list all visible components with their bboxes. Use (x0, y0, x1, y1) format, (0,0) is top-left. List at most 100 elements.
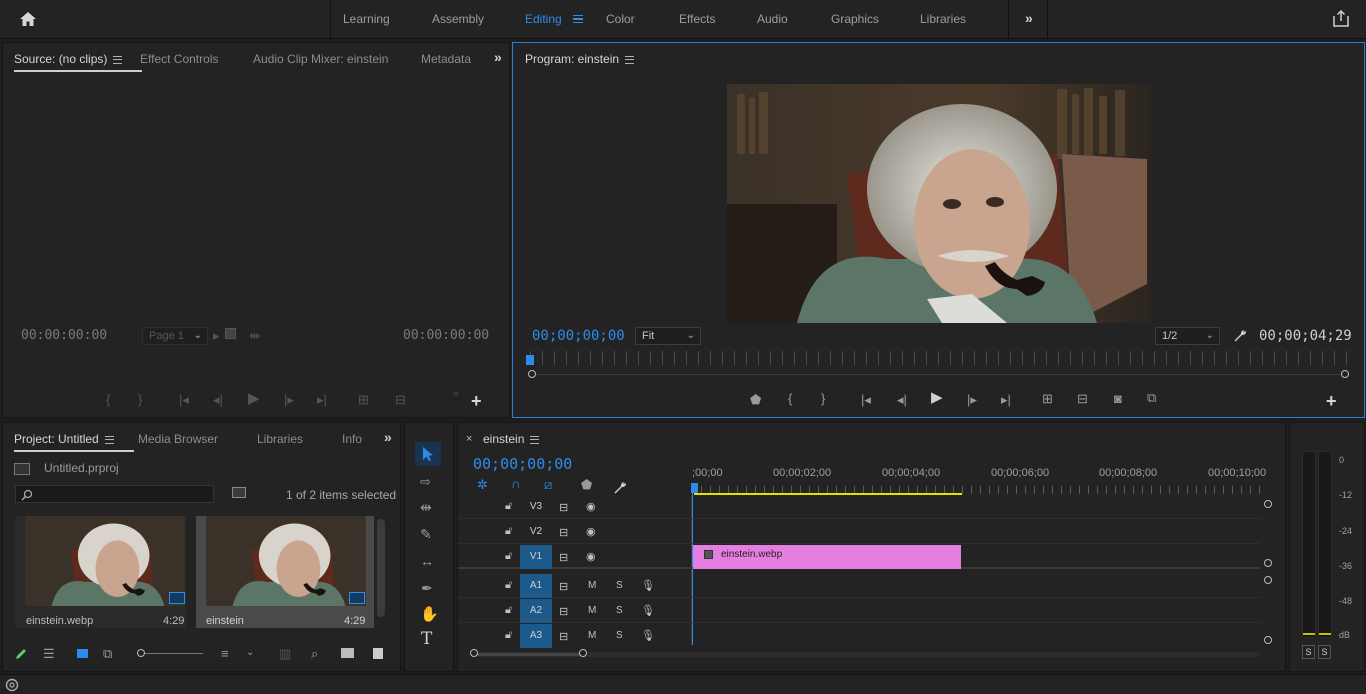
type-tool-icon[interactable]: T (421, 631, 432, 648)
playhead-icon[interactable] (526, 355, 534, 365)
thumbnail-zoom-slider[interactable] (145, 653, 203, 654)
linked-selection-icon[interactable]: ⧄ (544, 478, 552, 491)
add-marker-icon[interactable]: ⬟ (581, 478, 592, 491)
list-view-icon[interactable]: ☰ (43, 647, 55, 660)
go-to-in-icon[interactable]: |◂ (179, 393, 189, 406)
tab-project[interactable]: Project: Untitled (14, 432, 134, 452)
mute-button[interactable]: M (588, 580, 596, 591)
export-frame-icon[interactable]: ◙ (1114, 392, 1122, 405)
workspace-effects[interactable]: Effects (679, 12, 715, 26)
workspace-editing[interactable]: Editing (525, 12, 562, 26)
solo-right-button[interactable]: S (1318, 645, 1331, 659)
pen-tool-icon[interactable]: ✒ (421, 581, 433, 595)
razor-tool-icon[interactable]: ✎ (420, 527, 432, 541)
source-settings-icon[interactable] (225, 328, 236, 339)
automate-sequence-icon[interactable]: ▥ (279, 647, 291, 660)
tab-metadata[interactable]: Metadata (421, 52, 471, 66)
selection-tool-icon[interactable] (422, 446, 434, 462)
track-a3[interactable] (458, 624, 1260, 648)
track-label-a2[interactable]: A2 (520, 599, 552, 623)
go-to-out-icon[interactable]: ▸| (317, 393, 327, 406)
track-v3[interactable] (458, 495, 1260, 519)
track-label-a1[interactable]: A1 (520, 574, 552, 598)
workspace-assembly[interactable]: Assembly (432, 12, 484, 26)
creative-cloud-icon[interactable] (5, 678, 19, 692)
more-tabs-icon[interactable]: » (384, 429, 392, 445)
mute-button[interactable]: M (588, 605, 596, 616)
solo-button[interactable]: S (616, 630, 623, 641)
timeline-zoom-handle-left[interactable] (470, 649, 478, 657)
program-zoom-bar[interactable] (530, 374, 1345, 375)
playback-resolution-select[interactable]: 1/2 ⌄ (1155, 327, 1220, 345)
sync-lock-icon[interactable]: ⊟ (559, 501, 568, 514)
workspace-graphics[interactable]: Graphics (831, 12, 879, 26)
sync-lock-icon[interactable]: ⊟ (559, 526, 568, 539)
video-scroll-top[interactable] (1264, 500, 1272, 508)
share-icon[interactable] (1333, 10, 1349, 27)
eye-icon[interactable]: ◉ (586, 500, 596, 513)
nest-icon[interactable]: ✲ (477, 478, 488, 491)
tab-media-browser[interactable]: Media Browser (138, 432, 218, 446)
comparison-view-icon[interactable]: ⧉ (1147, 391, 1156, 404)
workspace-learning[interactable]: Learning (343, 12, 390, 26)
track-label-a3[interactable]: A3 (520, 624, 552, 648)
track-select-tool-icon[interactable]: ⇨ (420, 475, 431, 488)
step-forward-icon[interactable]: |▸ (284, 393, 294, 406)
icon-view-icon[interactable] (77, 649, 88, 658)
more-tabs-icon[interactable]: » (494, 49, 502, 65)
audio-scroll-top[interactable] (1264, 576, 1272, 584)
workspace-color[interactable]: Color (606, 12, 635, 26)
sync-lock-icon[interactable]: ⊟ (559, 551, 568, 564)
eye-icon[interactable]: ◉ (586, 525, 596, 538)
timeline-settings-icon[interactable] (613, 480, 627, 494)
microphone-icon[interactable]: 🎙︎ (641, 629, 655, 642)
microphone-icon[interactable]: 🎙︎ (641, 579, 655, 592)
tab-sequence[interactable]: einstein (483, 432, 540, 446)
play-source-icon[interactable]: ▸ (213, 329, 220, 342)
add-marker-icon[interactable]: ⬟ (750, 393, 761, 406)
step-forward-icon[interactable]: |▸ (967, 393, 977, 406)
track-label-v3[interactable]: V3 (520, 495, 552, 519)
play-icon[interactable]: ▶ (931, 390, 943, 405)
solo-button[interactable]: S (616, 605, 623, 616)
workspace-menu-icon[interactable] (573, 15, 583, 23)
mark-in-icon[interactable]: { (106, 393, 110, 406)
insert-icon[interactable]: ⊞ (358, 393, 369, 406)
new-item-icon[interactable] (373, 648, 383, 659)
slip-tool-icon[interactable]: ↔ (420, 554, 434, 568)
sort-dropdown-icon[interactable]: ⌄ (246, 646, 254, 659)
mute-button[interactable]: M (588, 630, 596, 641)
track-a1[interactable] (458, 574, 1260, 598)
panel-menu-icon[interactable] (625, 55, 635, 64)
workspace-libraries[interactable]: Libraries (920, 12, 966, 26)
new-bin-icon[interactable] (341, 648, 354, 658)
sync-lock-icon[interactable]: ⊟ (559, 630, 568, 643)
write-on-icon[interactable] (14, 647, 28, 661)
mark-in-icon[interactable]: { (788, 392, 792, 405)
close-sequence-icon[interactable]: × (466, 433, 472, 445)
lock-icon[interactable]: 🔓︎ (505, 525, 512, 538)
sync-lock-icon[interactable]: ⊟ (559, 605, 568, 618)
project-scrollbar[interactable] (377, 519, 385, 617)
solo-left-button[interactable]: S (1302, 645, 1315, 659)
track-label-v2[interactable]: V2 (520, 520, 552, 544)
timeline-timecode[interactable]: 00;00;00;00 (473, 455, 572, 473)
sync-lock-icon[interactable]: ⊟ (559, 580, 568, 593)
eye-icon[interactable]: ◉ (586, 550, 596, 563)
track-label-v1[interactable]: V1 (520, 545, 552, 569)
project-item[interactable]: einstein.webp 4:29 (15, 516, 186, 628)
more-controls-icon[interactable]: » (453, 387, 459, 400)
video-scroll-bottom[interactable] (1264, 559, 1272, 567)
project-item[interactable]: einstein 4:29 (196, 516, 374, 628)
track-v2[interactable] (458, 520, 1260, 544)
track-a2[interactable] (458, 599, 1260, 623)
tab-effect-controls[interactable]: Effect Controls (140, 52, 218, 66)
tab-info[interactable]: Info (342, 432, 362, 446)
timeline-playhead-icon[interactable] (691, 483, 698, 493)
panel-menu-icon[interactable] (104, 435, 114, 444)
zoom-handle-right[interactable] (1341, 370, 1349, 378)
sort-icon[interactable]: ≡ (221, 647, 229, 660)
mark-out-icon[interactable]: } (821, 392, 825, 405)
button-editor-icon[interactable]: + (471, 392, 482, 410)
mark-out-icon[interactable]: } (138, 393, 142, 406)
